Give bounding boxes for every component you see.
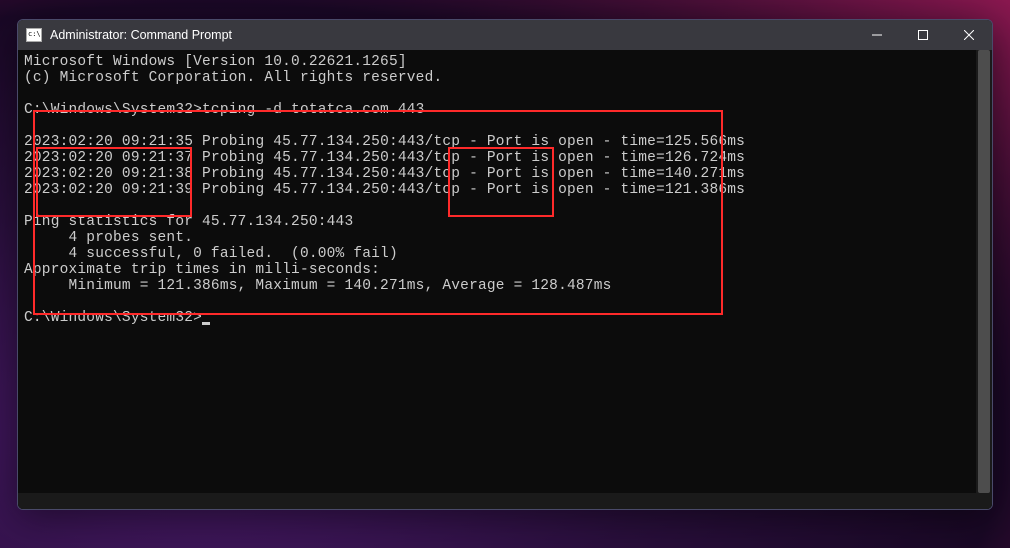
probe-status: Port is open xyxy=(487,134,594,150)
probe-ts: 2023:02:20 09:21:38 xyxy=(24,166,193,182)
prompt-line: C:\Windows\System32>tcping -d totatca.co… xyxy=(24,102,986,118)
vertical-scrollbar[interactable] xyxy=(976,50,992,493)
prompt-command: tcping -d totatca.com 443 xyxy=(202,102,425,118)
probe-status: Port is open xyxy=(487,150,594,166)
banner-line: Microsoft Windows [Version 10.0.22621.12… xyxy=(24,54,986,70)
probe-line: 2023:02:20 09:21:35 Probing 45.77.134.25… xyxy=(24,134,986,150)
cursor xyxy=(202,322,210,325)
probe-status: Port is open xyxy=(487,166,594,182)
cmd-icon xyxy=(26,28,42,42)
prompt-line: C:\Windows\System32> xyxy=(24,310,986,326)
stats-approx: Approximate trip times in milli-seconds: xyxy=(24,262,986,278)
window-controls xyxy=(854,20,992,50)
maximize-icon xyxy=(918,30,928,40)
probe-status: Port is open xyxy=(487,182,594,198)
probe-target: Probing 45.77.134.250:443/tcp - xyxy=(202,166,478,182)
banner-line: (c) Microsoft Corporation. All rights re… xyxy=(24,70,986,86)
blank-line xyxy=(24,198,986,214)
probe-line: 2023:02:20 09:21:39 Probing 45.77.134.25… xyxy=(24,182,986,198)
close-button[interactable] xyxy=(946,20,992,50)
maximize-button[interactable] xyxy=(900,20,946,50)
prompt-path: C:\Windows\System32> xyxy=(24,310,202,326)
stats-header: Ping statistics for 45.77.134.250:443 xyxy=(24,214,986,230)
scrollbar-thumb[interactable] xyxy=(978,50,990,493)
horizontal-scrollbar[interactable] xyxy=(18,493,992,509)
probe-ts: 2023:02:20 09:21:39 xyxy=(24,182,193,198)
window-title: Administrator: Command Prompt xyxy=(50,28,232,42)
probe-target: Probing 45.77.134.250:443/tcp - xyxy=(202,134,478,150)
probe-time: - time=125.566ms xyxy=(603,134,745,150)
minimize-icon xyxy=(872,30,882,40)
blank-line xyxy=(24,294,986,310)
stats-result: 4 successful, 0 failed. (0.00% fail) xyxy=(24,246,986,262)
close-icon xyxy=(964,30,974,40)
probe-time: - time=126.724ms xyxy=(603,150,745,166)
probe-time: - time=121.386ms xyxy=(603,182,745,198)
terminal-content[interactable]: Microsoft Windows [Version 10.0.22621.12… xyxy=(18,50,992,509)
minimize-button[interactable] xyxy=(854,20,900,50)
titlebar[interactable]: Administrator: Command Prompt xyxy=(18,20,992,50)
probe-time: - time=140.271ms xyxy=(603,166,745,182)
stats-times: Minimum = 121.386ms, Maximum = 140.271ms… xyxy=(24,278,986,294)
probe-line: 2023:02:20 09:21:38 Probing 45.77.134.25… xyxy=(24,166,986,182)
probe-ts: 2023:02:20 09:21:37 xyxy=(24,150,193,166)
probe-target: Probing 45.77.134.250:443/tcp - xyxy=(202,150,478,166)
probe-line: 2023:02:20 09:21:37 Probing 45.77.134.25… xyxy=(24,150,986,166)
probe-ts: 2023:02:20 09:21:35 xyxy=(24,134,193,150)
blank-line xyxy=(24,118,986,134)
stats-sent: 4 probes sent. xyxy=(24,230,986,246)
cmd-window: Administrator: Command Prompt Microsoft … xyxy=(17,19,993,510)
probe-target: Probing 45.77.134.250:443/tcp - xyxy=(202,182,478,198)
prompt-path: C:\Windows\System32> xyxy=(24,102,202,118)
blank-line xyxy=(24,86,986,102)
